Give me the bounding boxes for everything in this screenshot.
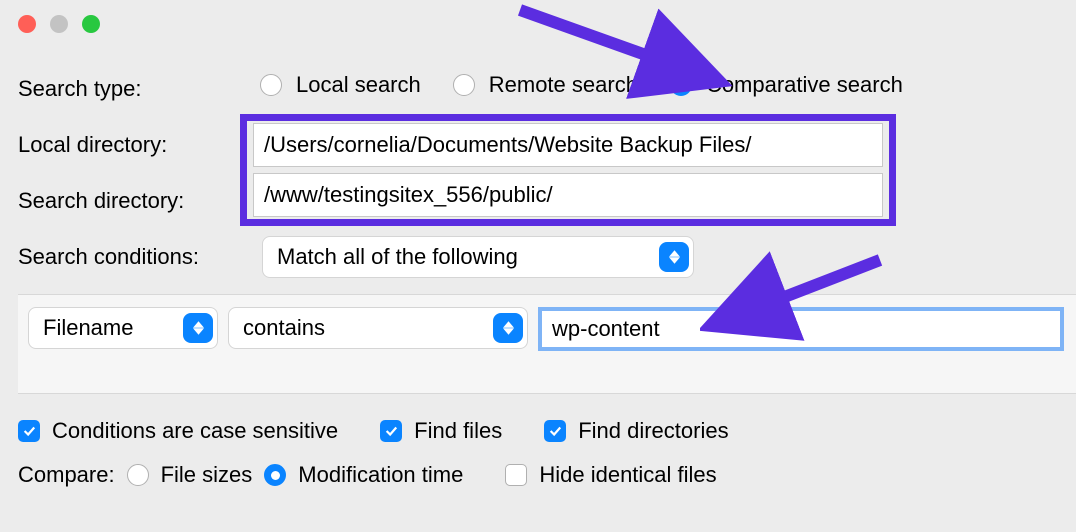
remote-search-radio-label: Remote search — [489, 72, 638, 98]
condition-field-value: Filename — [43, 315, 133, 341]
compare-label: Compare: — [18, 462, 115, 488]
search-directory-label: Search directory: — [18, 184, 199, 218]
find-directories-checkbox[interactable] — [544, 420, 566, 442]
condition-operator-select[interactable]: contains — [228, 307, 528, 349]
directory-highlight-box: /Users/cornelia/Documents/Website Backup… — [240, 114, 896, 226]
form-labels-column: Search type: Local directory: Search dir… — [18, 72, 199, 274]
comparative-search-radio-label: Comparative search — [706, 72, 903, 98]
find-directories-label: Find directories — [578, 418, 728, 444]
local-search-radio-label: Local search — [296, 72, 421, 98]
condition-row: Filename contains wp-content — [18, 294, 1076, 394]
search-conditions-select[interactable]: Match all of the following — [262, 236, 694, 278]
updown-icon — [659, 242, 689, 272]
case-sensitive-checkbox[interactable] — [18, 420, 40, 442]
case-sensitive-label: Conditions are case sensitive — [52, 418, 338, 444]
hide-identical-label: Hide identical files — [539, 462, 716, 488]
search-conditions-value: Match all of the following — [277, 244, 518, 270]
remote-search-radio[interactable] — [453, 74, 475, 96]
hide-identical-checkbox[interactable] — [505, 464, 527, 486]
options-row-2: Compare: File sizes Modification time Hi… — [18, 462, 717, 488]
condition-operator-value: contains — [243, 315, 325, 341]
search-directory-input[interactable]: /www/testingsitex_556/public/ — [253, 173, 883, 217]
compare-file-sizes-label: File sizes — [161, 462, 253, 488]
window-titlebar — [0, 0, 1076, 48]
local-directory-label: Local directory: — [18, 128, 199, 162]
find-files-checkbox[interactable] — [380, 420, 402, 442]
compare-mod-time-label: Modification time — [298, 462, 463, 488]
options-row-1: Conditions are case sensitive Find files… — [18, 418, 729, 444]
local-search-radio[interactable] — [260, 74, 282, 96]
comparative-search-radio[interactable] — [670, 74, 692, 96]
search-type-radio-group: Local search Remote search Comparative s… — [260, 72, 921, 98]
updown-icon — [183, 313, 213, 343]
compare-mod-time-radio[interactable] — [264, 464, 286, 486]
compare-file-sizes-radio[interactable] — [127, 464, 149, 486]
find-files-label: Find files — [414, 418, 502, 444]
condition-value-input[interactable]: wp-content — [538, 307, 1064, 351]
search-type-label: Search type: — [18, 72, 199, 106]
window-minimize-button[interactable] — [50, 15, 68, 33]
updown-icon — [493, 313, 523, 343]
condition-field-select[interactable]: Filename — [28, 307, 218, 349]
window-close-button[interactable] — [18, 15, 36, 33]
window-zoom-button[interactable] — [82, 15, 100, 33]
search-conditions-label: Search conditions: — [18, 240, 199, 274]
local-directory-input[interactable]: /Users/cornelia/Documents/Website Backup… — [253, 123, 883, 167]
